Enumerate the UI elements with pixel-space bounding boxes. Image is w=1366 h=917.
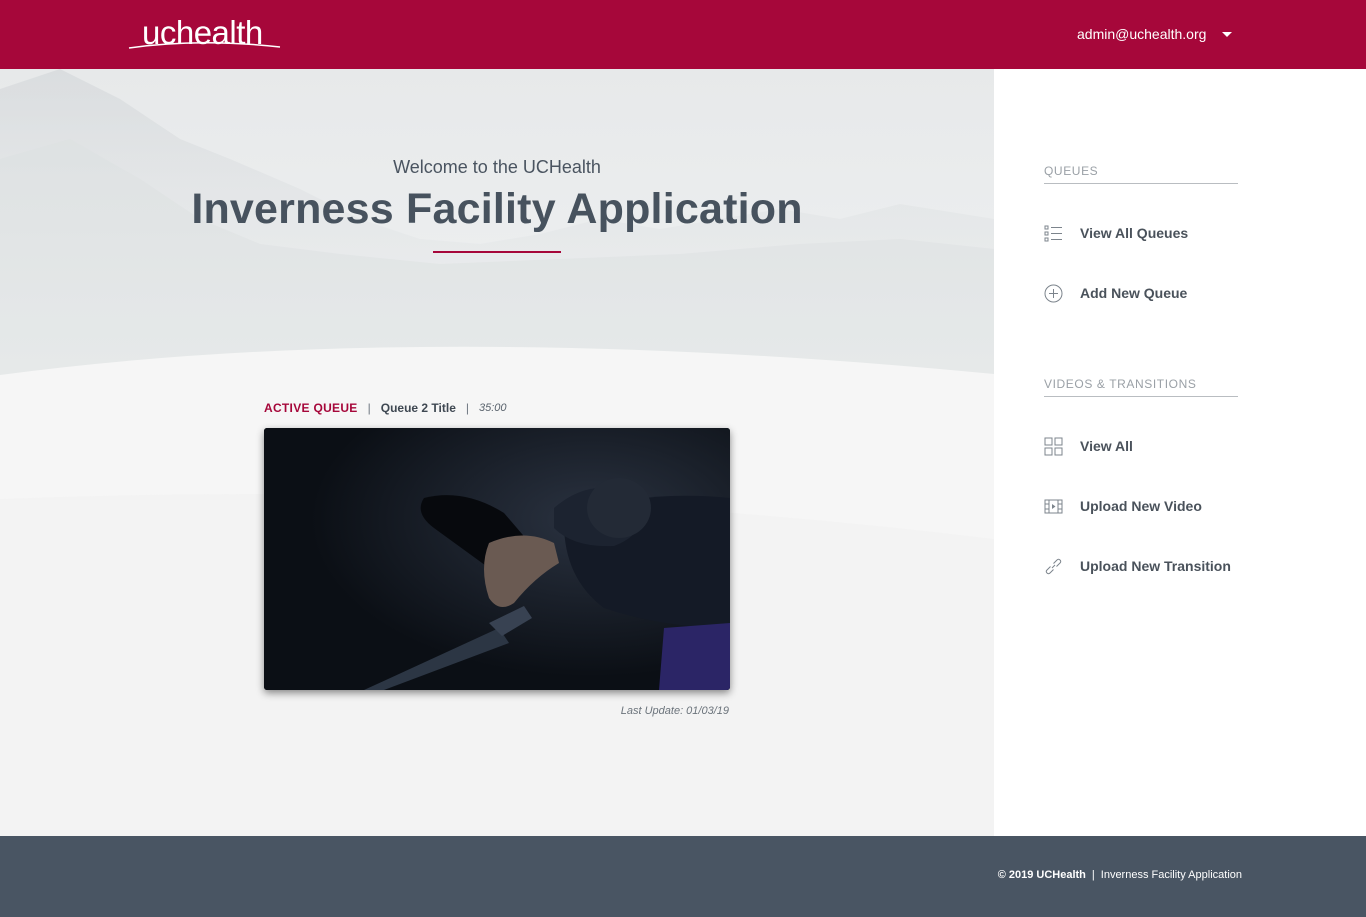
page-title: Inverness Facility Application [191,185,803,233]
user-email: admin@uchealth.org [1077,26,1207,42]
plus-circle-icon [1044,284,1063,303]
logo-swoosh-icon [128,41,281,49]
nav-label: View All Queues [1080,225,1189,241]
nav-label: Add New Queue [1080,285,1188,301]
film-icon [1044,497,1063,516]
add-new-queue-link[interactable]: Add New Queue [1044,282,1187,304]
video-thumbnail [264,428,730,690]
uchealth-logo[interactable]: uchealth [128,10,282,54]
sidebar: QUEUES View All Queues Add New Queue VID… [994,69,1366,836]
nav-label: Upload New Video [1080,498,1202,514]
queue-title[interactable]: Queue 2 Title [381,401,456,415]
view-all-queues-link[interactable]: View All Queues [1044,222,1188,244]
link-icon [1044,557,1063,576]
footer-copyright: © 2019 UCHealth [997,869,1086,881]
user-menu[interactable]: admin@uchealth.org [1077,24,1233,44]
meta-separator: | [465,401,470,415]
active-queue-meta: ACTIVE QUEUE | Queue 2 Title | 35:00 [264,401,507,415]
nav-label: Upload New Transition [1080,558,1231,574]
upload-new-transition-link[interactable]: Upload New Transition [1044,555,1231,577]
top-header: uchealth admin@uchealth.org [0,0,1366,69]
meta-separator: | [367,401,371,415]
footer-app-name: Inverness Facility Application [1100,869,1242,881]
upload-new-video-link[interactable]: Upload New Video [1044,495,1202,517]
footer-text: © 2019 UCHealth | Inverness Facility Appli… [998,869,1242,881]
view-all-videos-link[interactable]: View All [1044,435,1133,457]
videos-transitions-heading: VIDEOS & TRANSITIONS [1044,377,1238,397]
main-content: Welcome to the UCHealth Inverness Facili… [0,69,994,836]
welcome-text: Welcome to the UCHealth [393,157,601,177]
grid-icon [1044,437,1063,456]
last-update: Last Update: 01/03/19 [620,705,729,717]
queues-heading: QUEUES [1044,164,1238,184]
active-queue-label: ACTIVE QUEUE [264,401,358,415]
footer: © 2019 UCHealth | Inverness Facility Appli… [0,836,1366,917]
queue-duration: 35:00 [479,402,507,414]
nav-label: View All [1080,438,1133,454]
list-icon [1044,224,1063,243]
active-queue-video-preview[interactable] [264,428,730,690]
caret-down-icon[interactable] [1222,31,1233,37]
footer-separator: | [1091,869,1095,881]
title-underline [433,251,561,253]
